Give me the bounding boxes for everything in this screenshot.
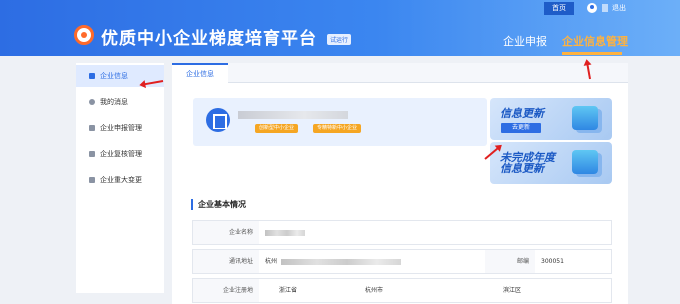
sidebar-item-label: 企业复核管理 bbox=[100, 150, 142, 158]
document-icon bbox=[89, 73, 95, 79]
sidebar-item-apply-manage[interactable]: 企业申报管理 bbox=[76, 117, 164, 139]
user-name-redacted bbox=[602, 4, 608, 12]
field-label: 通讯地址 bbox=[193, 250, 259, 273]
address-value-prefix: 杭州 bbox=[265, 258, 278, 265]
main-panel: 企业信息 创新型中小企业 专精特新中小企业 信息更新 去更新 未完成年度 信息更… bbox=[172, 63, 628, 304]
field-row-registration: 企业注册地 浙江省 杭州市 滨江区 bbox=[192, 278, 612, 303]
field-row-name: 企业名称 bbox=[192, 220, 612, 245]
banner-title: 信息更新 bbox=[500, 107, 544, 120]
sidebar-item-label: 我的消息 bbox=[100, 98, 128, 106]
file-icon bbox=[89, 177, 95, 183]
company-name-redacted bbox=[238, 111, 348, 119]
nav-enterprise-info-manage[interactable]: 企业信息管理 bbox=[562, 33, 628, 49]
building-icon bbox=[206, 108, 230, 132]
tag-specialized-sme: 专精特新中小企业 bbox=[313, 124, 362, 133]
site-title: 优质中小企业梯度培育平台 bbox=[101, 29, 317, 49]
logo-icon bbox=[74, 25, 94, 45]
company-name-value-redacted bbox=[265, 230, 305, 236]
sidebar-item-label: 企业重大变更 bbox=[100, 176, 142, 184]
field-label: 企业名称 bbox=[193, 221, 259, 244]
sidebar-item-label: 企业申报管理 bbox=[100, 124, 142, 132]
field-row-address: 通讯地址 杭州 邮编 300051 bbox=[192, 249, 612, 274]
reg-province: 浙江省 bbox=[279, 287, 298, 294]
user-icon[interactable] bbox=[587, 3, 597, 13]
sidebar-item-major-change[interactable]: 企业重大变更 bbox=[76, 169, 164, 191]
annual-update-banner[interactable]: 未完成年度 信息更新 bbox=[490, 142, 612, 184]
postcode-value: 300051 bbox=[541, 258, 564, 265]
tab-enterprise-info[interactable]: 企业信息 bbox=[172, 63, 228, 83]
reg-city: 杭州市 bbox=[365, 287, 384, 294]
home-link[interactable]: 首页 bbox=[544, 2, 574, 15]
sidebar-item-messages[interactable]: 我的消息 bbox=[76, 91, 164, 113]
tag-innovative-sme: 创新型中小企业 bbox=[255, 124, 299, 133]
section-title: 企业基本情况 bbox=[191, 199, 246, 210]
top-header: 首页 退出 优质中小企业梯度培育平台 试运行 企业申报 企业信息管理 bbox=[0, 0, 680, 56]
info-update-banner[interactable]: 信息更新 去更新 bbox=[490, 98, 612, 140]
banner-title-line2: 信息更新 bbox=[500, 162, 544, 175]
trial-badge: 试运行 bbox=[327, 34, 352, 45]
address-value-redacted bbox=[281, 259, 401, 265]
tab-bar: 企业信息 bbox=[172, 63, 628, 83]
field-label: 邮编 bbox=[485, 250, 535, 273]
nav-active-underline bbox=[562, 52, 622, 55]
logout-link[interactable]: 退出 bbox=[612, 3, 626, 13]
nav-enterprise-apply[interactable]: 企业申报 bbox=[503, 33, 547, 49]
edit-icon bbox=[89, 125, 95, 131]
reg-district: 滨江区 bbox=[503, 287, 522, 294]
server-illustration-icon bbox=[572, 150, 598, 174]
bookmark-icon bbox=[89, 151, 95, 157]
sidebar-item-label: 企业信息 bbox=[100, 72, 128, 80]
company-card: 创新型中小企业 专精特新中小企业 bbox=[193, 98, 487, 146]
sidebar-item-review-manage[interactable]: 企业复核管理 bbox=[76, 143, 164, 165]
field-label: 企业注册地 bbox=[193, 279, 259, 302]
go-update-button[interactable]: 去更新 bbox=[501, 123, 541, 133]
message-icon bbox=[89, 99, 95, 105]
sidebar: 企业信息 我的消息 企业申报管理 企业复核管理 企业重大变更 bbox=[76, 63, 164, 293]
server-illustration-icon bbox=[572, 106, 598, 130]
